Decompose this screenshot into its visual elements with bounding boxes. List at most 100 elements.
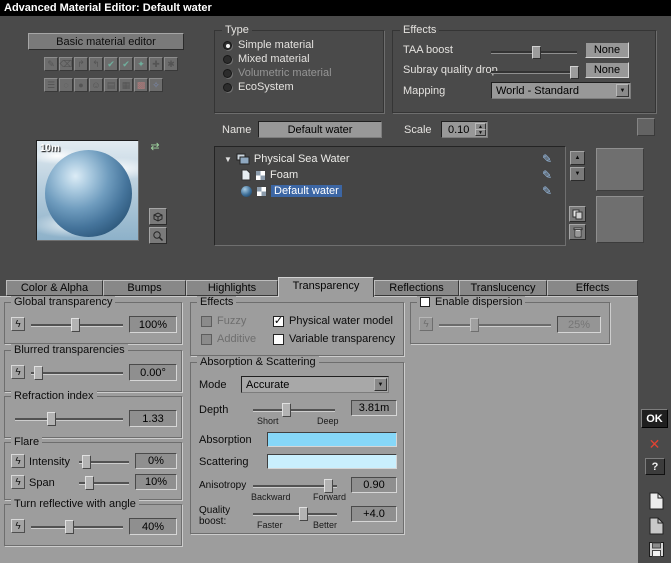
subray-quality-slider-thumb[interactable] <box>570 66 580 79</box>
subray-quality-value[interactable]: None <box>585 62 629 78</box>
blurred-value[interactable]: 0.00° <box>129 364 177 381</box>
material-tool-texture-icon[interactable]: ▤ <box>104 78 118 92</box>
tab-translucency[interactable]: Translucency <box>459 280 547 296</box>
enable-dispersion-checkbox[interactable] <box>420 297 430 307</box>
material-tool-circle-icon[interactable]: ◌ <box>59 78 73 92</box>
turn-reflective-slider-thumb[interactable] <box>65 520 75 534</box>
scattering-color-swatch[interactable] <box>267 454 397 469</box>
material-preview[interactable]: 10m <box>36 140 139 241</box>
material-tool-dot-icon[interactable]: ● <box>74 78 88 92</box>
delete-layer-button[interactable] <box>569 224 586 240</box>
material-tool-fx-icon[interactable]: ✱ <box>164 57 178 71</box>
material-tool-pattern-icon[interactable]: ▩ <box>134 78 148 92</box>
flare-span-value[interactable]: 10% <box>135 474 177 490</box>
material-tool-validate2-icon[interactable]: ✔ <box>119 57 133 71</box>
flare-span-slider[interactable] <box>79 476 129 490</box>
refraction-slider-thumb[interactable] <box>47 412 57 426</box>
tab-reflections[interactable]: Reflections <box>374 280 459 296</box>
save-to-disk-button[interactable] <box>646 540 666 558</box>
tree-row-default-water[interactable]: Default water ✎ <box>241 183 558 199</box>
tab-effects[interactable]: Effects <box>547 280 638 296</box>
physical-water-model-checkbox[interactable]: ✓ Physical water model <box>273 315 393 327</box>
scale-stepper[interactable]: 0.10 ▲ ▼ <box>441 121 488 138</box>
flare-span-function-button[interactable]: ϟ <box>11 475 25 489</box>
load-material-button[interactable] <box>646 490 666 512</box>
refraction-slider[interactable] <box>15 412 123 426</box>
radio-mixed-material[interactable]: Mixed material <box>223 53 310 65</box>
taa-boost-slider[interactable] <box>491 46 577 59</box>
preview-zoom-button[interactable] <box>149 227 167 244</box>
depth-slider-thumb[interactable] <box>281 403 291 417</box>
ok-button[interactable]: OK <box>641 409 668 428</box>
global-transparency-slider-thumb[interactable] <box>71 318 81 332</box>
blurred-function-button[interactable]: ϟ <box>11 365 25 379</box>
turn-reflective-value[interactable]: 40% <box>129 518 177 535</box>
material-layer-tree[interactable]: ▼ Physical Sea Water ✎ Foam ✎ Default wa… <box>214 146 566 246</box>
refresh-preview-icon[interactable]: ⇄ <box>146 139 164 154</box>
blurred-slider-thumb[interactable] <box>33 366 43 380</box>
material-tool-grid-icon[interactable]: ▦ <box>119 78 133 92</box>
variable-transparency-checkbox[interactable]: Variable transparency <box>273 333 395 345</box>
spinner-down-icon[interactable]: ▼ <box>475 129 486 136</box>
material-tool-export-icon[interactable]: ↱ <box>74 57 88 71</box>
tree-row-physical-sea-water[interactable]: ▼ Physical Sea Water ✎ <box>224 151 558 167</box>
material-tool-erase-icon[interactable]: ⌫ <box>59 57 73 71</box>
mode-dropdown[interactable]: Accurate ▼ <box>241 376 389 393</box>
tab-bumps[interactable]: Bumps <box>103 280 186 296</box>
layer-thumbnail-top[interactable] <box>596 148 644 191</box>
depth-value[interactable]: 3.81m <box>351 400 397 416</box>
turn-reflective-slider[interactable] <box>31 520 123 534</box>
add-layer-button[interactable] <box>637 118 655 136</box>
duplicate-layer-button[interactable] <box>569 206 586 222</box>
radio-ecosystem[interactable]: EcoSystem <box>223 81 294 93</box>
refraction-value[interactable]: 1.33 <box>129 410 177 427</box>
flare-span-slider-thumb[interactable] <box>85 476 94 490</box>
global-transparency-function-button[interactable]: ϟ <box>11 317 25 331</box>
tree-expander-icon[interactable]: ▼ <box>224 155 232 164</box>
anisotropy-slider[interactable] <box>253 479 337 493</box>
flare-intensity-value[interactable]: 0% <box>135 453 177 469</box>
mapping-dropdown[interactable]: World - Standard ▼ <box>491 82 631 99</box>
name-field[interactable]: Default water <box>258 121 382 138</box>
layer-thumbnail-bottom[interactable] <box>596 196 644 243</box>
taa-boost-slider-thumb[interactable] <box>532 46 542 59</box>
preview-object-button[interactable] <box>149 208 167 225</box>
anisotropy-value[interactable]: 0.90 <box>351 477 397 493</box>
tab-transparency[interactable]: Transparency <box>278 277 374 297</box>
material-tool-star-icon[interactable]: ✦ <box>134 57 148 71</box>
global-transparency-slider[interactable] <box>31 318 123 332</box>
quality-boost-slider-thumb[interactable] <box>299 507 309 521</box>
material-tool-edit-icon[interactable]: ✎ <box>44 57 58 71</box>
tab-color-alpha[interactable]: Color & Alpha <box>6 280 103 296</box>
help-button[interactable]: ? <box>645 458 665 475</box>
flare-intensity-slider[interactable] <box>79 455 129 469</box>
taa-boost-value[interactable]: None <box>585 42 629 58</box>
material-tool-face-icon[interactable]: ☺ <box>89 78 103 92</box>
depth-slider[interactable] <box>253 403 335 417</box>
edit-layer-pen-icon[interactable]: ✎ <box>542 184 552 198</box>
flare-intensity-slider-thumb[interactable] <box>81 455 91 469</box>
edit-layer-pen-icon[interactable]: ✎ <box>542 168 552 182</box>
quality-boost-slider[interactable] <box>253 507 337 521</box>
material-tool-list-icon[interactable]: ☰ <box>44 78 58 92</box>
tab-highlights[interactable]: Highlights <box>186 280 278 296</box>
quality-boost-value[interactable]: +4.0 <box>351 506 397 522</box>
edit-layer-pen-icon[interactable]: ✎ <box>542 152 552 166</box>
radio-simple-material[interactable]: Simple material <box>223 39 314 51</box>
global-transparency-value[interactable]: 100% <box>129 316 177 333</box>
material-tool-validate-icon[interactable]: ✔ <box>104 57 118 71</box>
turn-reflective-function-button[interactable]: ϟ <box>11 519 25 533</box>
absorption-color-swatch[interactable] <box>267 432 397 447</box>
save-material-button[interactable] <box>646 515 666 537</box>
chevron-down-icon[interactable]: ▼ <box>374 378 387 391</box>
material-tool-gem-icon[interactable]: ✧ <box>149 78 163 92</box>
cancel-button[interactable]: ✕ <box>644 435 665 453</box>
move-layer-up-button[interactable]: ▲ <box>570 151 585 165</box>
flare-intensity-function-button[interactable]: ϟ <box>11 454 25 468</box>
tree-row-foam[interactable]: Foam ✎ <box>241 167 558 183</box>
material-tool-add-icon[interactable]: ✚ <box>149 57 163 71</box>
basic-material-editor-button[interactable]: Basic material editor <box>28 33 184 50</box>
subray-quality-slider[interactable] <box>491 66 580 79</box>
move-layer-down-button[interactable]: ▼ <box>570 167 585 181</box>
material-tool-import-icon[interactable]: ↰ <box>89 57 103 71</box>
